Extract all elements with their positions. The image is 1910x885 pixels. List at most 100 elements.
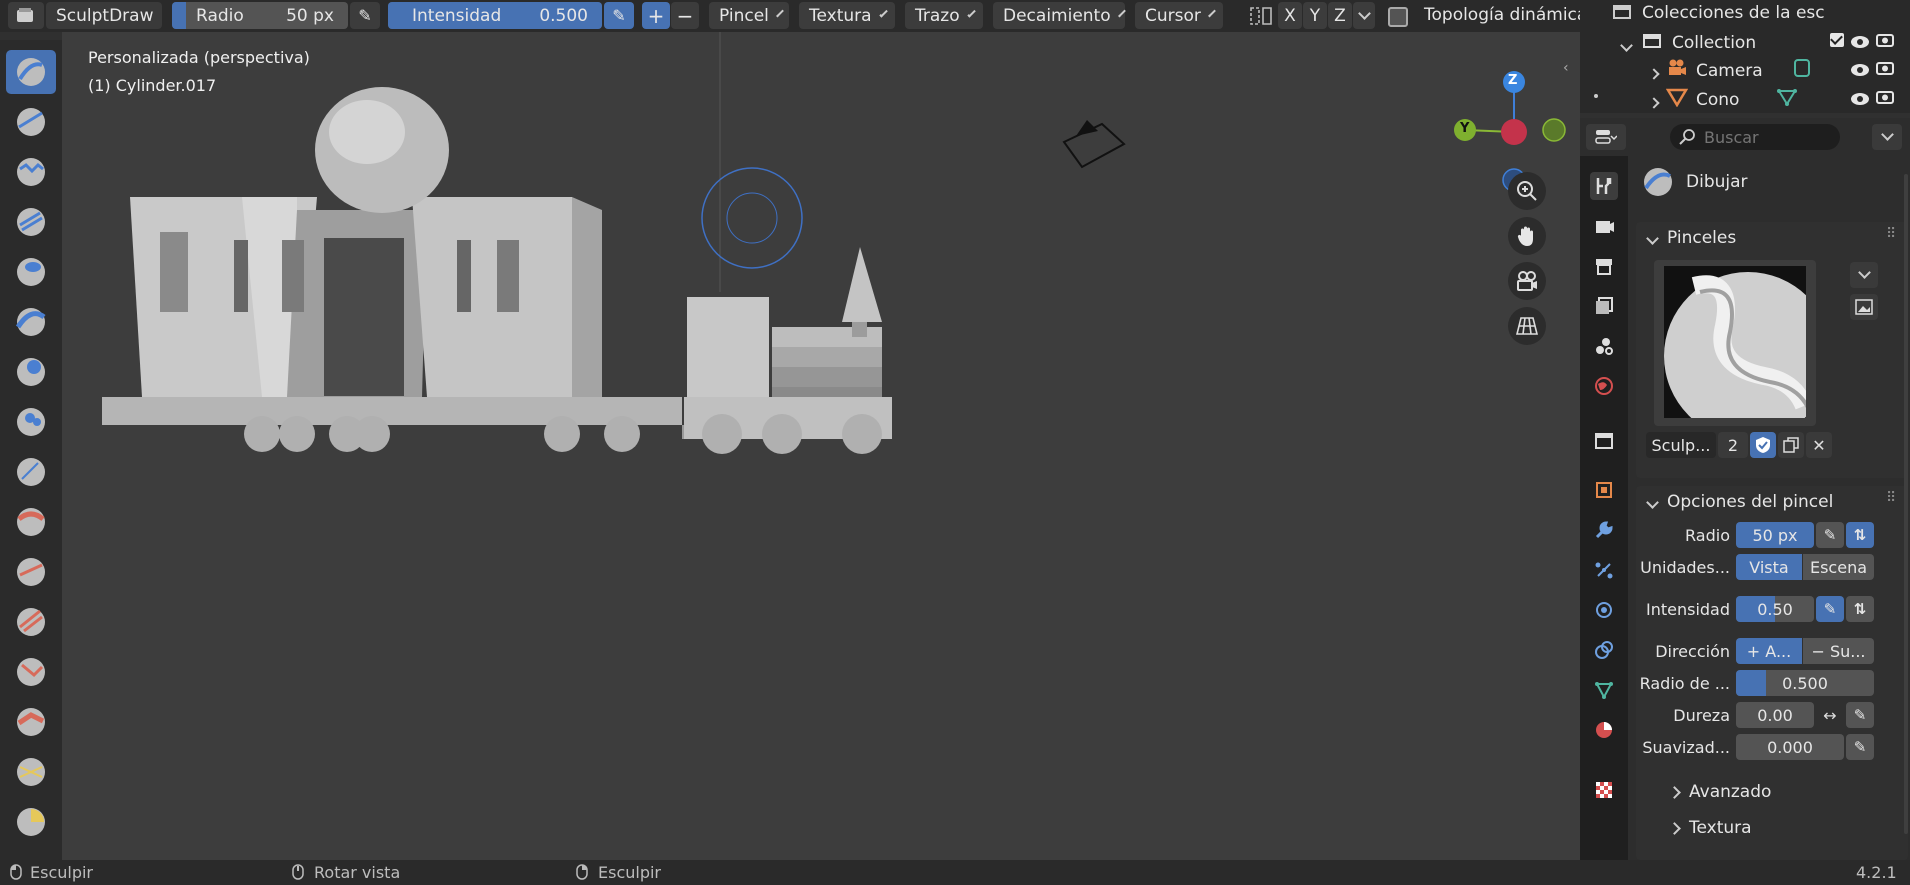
tool-inflate[interactable] xyxy=(6,350,56,394)
hardness-pressure-toggle[interactable]: ✎ xyxy=(1846,702,1874,728)
tool-smooth[interactable] xyxy=(6,500,56,544)
tool-scrape[interactable] xyxy=(6,650,56,694)
strength-pressure-button[interactable]: ✎ xyxy=(604,2,634,29)
unlink-brush-button[interactable]: ✕ xyxy=(1806,432,1832,458)
outliner-item-camera[interactable]: Camera xyxy=(1696,61,1763,81)
advanced-subpanel-header[interactable]: Avanzado xyxy=(1670,782,1771,802)
tab-collection[interactable] xyxy=(1590,426,1618,454)
tab-material[interactable] xyxy=(1590,716,1618,744)
tab-output[interactable] xyxy=(1590,252,1618,280)
radius-pressure-toggle[interactable]: ✎ xyxy=(1816,522,1844,548)
tab-data[interactable] xyxy=(1590,676,1618,704)
sidebar-toggle-icon[interactable]: ‹ xyxy=(1563,60,1569,76)
radius-prop-field[interactable]: 50 px xyxy=(1736,522,1814,548)
mirror-z-toggle[interactable]: Z xyxy=(1328,2,1352,29)
hardness-invert-toggle[interactable]: ↔ xyxy=(1816,702,1844,728)
mirror-x-toggle[interactable]: X xyxy=(1278,2,1302,29)
dyntopo-checkbox[interactable] xyxy=(1388,7,1408,27)
menu-texture[interactable]: Textura xyxy=(799,2,895,29)
direction-subtract-button[interactable]: − xyxy=(671,2,699,29)
pan-button[interactable] xyxy=(1508,217,1546,255)
menu-cursor[interactable]: Cursor xyxy=(1135,2,1223,29)
units-scene-option[interactable]: Escena xyxy=(1803,554,1874,580)
tool-flatten[interactable] xyxy=(6,550,56,594)
tool-draw[interactable] xyxy=(6,50,56,94)
zoom-button[interactable] xyxy=(1508,172,1546,210)
strength-field[interactable]: Intensidad 0.500 xyxy=(388,2,602,29)
direction-add-option[interactable]: + A... xyxy=(1736,638,1802,664)
collection-label[interactable]: Collection xyxy=(1672,33,1756,53)
cone-expand-icon[interactable] xyxy=(1648,91,1660,112)
radius-field[interactable]: Radio 50 px xyxy=(172,2,348,29)
collection-render-icon[interactable] xyxy=(1876,31,1894,52)
properties-scrollbar[interactable] xyxy=(1904,174,1908,834)
gizmo-x-axis-negative[interactable] xyxy=(1501,119,1527,145)
brushes-panel-header[interactable]: Pinceles xyxy=(1648,228,1736,248)
tool-grab[interactable] xyxy=(6,800,56,844)
tab-view-layer[interactable] xyxy=(1590,292,1618,320)
drag-handle-icon[interactable]: ⠿ xyxy=(1886,490,1896,506)
brush-users-count[interactable]: 2 xyxy=(1718,432,1748,458)
normal-radius-field[interactable]: 0.500 xyxy=(1736,670,1874,696)
tool-draw-sharp[interactable] xyxy=(6,100,56,144)
collection-visibility-icon[interactable] xyxy=(1850,33,1870,54)
camera-visibility-icon[interactable] xyxy=(1850,61,1870,82)
tool-crease[interactable] xyxy=(6,450,56,494)
tool-clay-thumb[interactable] xyxy=(6,250,56,294)
brush-options-header[interactable]: Opciones del pincel xyxy=(1648,492,1833,512)
tab-world[interactable] xyxy=(1590,372,1618,400)
tool-fill[interactable] xyxy=(6,600,56,644)
fake-user-button[interactable] xyxy=(1750,432,1776,458)
direction-add-button[interactable]: + xyxy=(642,2,670,29)
strength-pressure-toggle[interactable]: ✎ xyxy=(1816,596,1844,622)
tab-tool[interactable] xyxy=(1590,172,1618,200)
drag-handle-icon[interactable]: ⠿ xyxy=(1886,226,1896,242)
mirror-y-toggle[interactable]: Y xyxy=(1303,2,1327,29)
texture-subpanel-header[interactable]: Textura xyxy=(1670,818,1752,838)
symmetry-dropdown[interactable] xyxy=(1353,2,1375,29)
brush-mode-button[interactable]: SculptDraw xyxy=(46,2,162,29)
perspective-toggle-button[interactable] xyxy=(1508,307,1546,345)
camera-render-icon[interactable] xyxy=(1876,59,1894,80)
properties-options-button[interactable] xyxy=(1872,124,1902,150)
menu-brush[interactable]: Pincel xyxy=(709,2,789,29)
cone-render-icon[interactable] xyxy=(1876,88,1894,109)
radius-pressure-button[interactable]: ✎ xyxy=(350,2,380,29)
editor-type-button[interactable] xyxy=(8,2,44,29)
tool-clay[interactable] xyxy=(6,150,56,194)
properties-search[interactable] xyxy=(1670,124,1840,150)
tab-constraints[interactable] xyxy=(1590,636,1618,664)
autosmooth-pressure-toggle[interactable]: ✎ xyxy=(1846,734,1874,760)
autosmooth-field[interactable]: 0.000 xyxy=(1736,734,1844,760)
strength-prop-field[interactable]: 0.50 xyxy=(1736,596,1814,622)
collection-expand-icon[interactable] xyxy=(1620,34,1633,55)
tool-blob[interactable] xyxy=(6,400,56,444)
brush-list-dropdown[interactable] xyxy=(1850,262,1878,288)
properties-search-input[interactable] xyxy=(1702,126,1836,148)
camera-expand-icon[interactable] xyxy=(1648,62,1660,83)
menu-stroke[interactable]: Trazo xyxy=(905,2,983,29)
tab-physics[interactable] xyxy=(1590,596,1618,624)
strength-unified-toggle[interactable]: ⇅ xyxy=(1846,596,1874,622)
brush-preview[interactable] xyxy=(1654,260,1816,426)
tool-pinch[interactable] xyxy=(6,750,56,794)
brush-name-field[interactable]: Sculp... xyxy=(1646,432,1716,458)
radius-unified-toggle[interactable]: ⇅ xyxy=(1846,522,1874,548)
direction-subtract-option[interactable]: − Su... xyxy=(1803,638,1874,664)
tool-layer[interactable] xyxy=(6,300,56,344)
3d-viewport[interactable]: Personalizada (perspectiva) (1) Cylinder… xyxy=(62,32,1580,860)
tab-texture[interactable] xyxy=(1590,776,1618,804)
camera-view-button[interactable] xyxy=(1508,262,1546,300)
duplicate-brush-button[interactable] xyxy=(1778,432,1804,458)
tab-scene[interactable] xyxy=(1590,332,1618,360)
tab-object[interactable] xyxy=(1590,476,1618,504)
cone-visibility-icon[interactable] xyxy=(1850,90,1870,111)
hardness-field[interactable]: 0.00 xyxy=(1736,702,1814,728)
tool-multiplane-scrape[interactable] xyxy=(6,700,56,744)
symmetry-icon[interactable] xyxy=(1248,4,1274,33)
tab-modifiers[interactable] xyxy=(1590,516,1618,544)
tab-render[interactable] xyxy=(1590,212,1618,240)
menu-falloff[interactable]: Decaimiento xyxy=(993,2,1125,29)
outliner-item-cone[interactable]: Cono xyxy=(1696,90,1739,110)
tab-particles[interactable] xyxy=(1590,556,1618,584)
